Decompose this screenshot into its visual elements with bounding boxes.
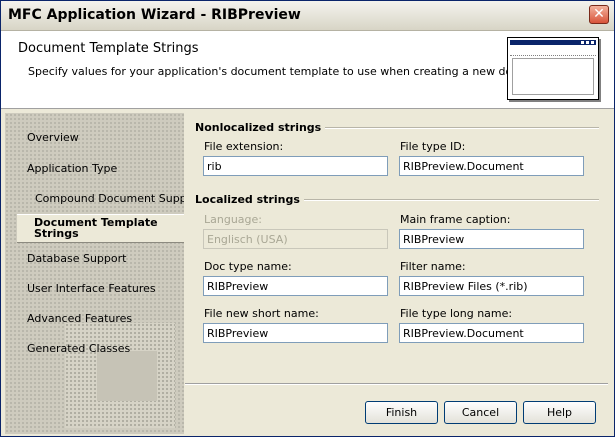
main-frame-caption-label: Main frame caption: [400,213,511,226]
watermark-cutout [97,351,157,401]
page-title: Document Template Strings [18,41,199,56]
group-divider [311,127,599,129]
wizard-window: MFC Application Wizard - RIBPreview ✕ Do… [0,0,615,437]
finish-button[interactable]: Finish [365,401,438,424]
doc-type-name-label: Doc type name: [204,260,292,273]
sidebar-item-label: Document Template Strings [34,216,158,240]
main-frame-caption-field[interactable] [399,229,584,249]
close-button[interactable]: ✕ [589,5,609,24]
cancel-button[interactable]: Cancel [444,401,517,424]
language-label: Language: [204,213,262,226]
file-new-short-name-field[interactable] [203,323,388,343]
window-preview-icon [507,37,599,100]
doc-type-name-field[interactable] [203,276,388,296]
sidebar-item-label: Generated Classes [27,342,131,355]
title-bar[interactable]: MFC Application Wizard - RIBPreview ✕ [1,1,614,31]
sidebar-item-database-support[interactable]: Database Support [27,252,126,265]
sidebar-item-label: Compound Document Support [35,192,184,205]
button-separator [185,383,608,385]
file-new-short-name-label: File new short name: [204,307,319,320]
file-extension-field[interactable] [203,156,388,176]
wizard-sidebar: Overview Application Type Compound Docum… [5,113,184,434]
sidebar-item-label: User Interface Features [27,282,156,295]
nonlocalized-heading: Nonlocalized strings [195,121,326,134]
close-icon: ✕ [593,6,605,22]
filter-name-label: Filter name: [400,260,466,273]
localized-heading: Localized strings [195,193,304,206]
sidebar-item-advanced-features[interactable]: Advanced Features [27,312,132,325]
file-type-long-name-label: File type long name: [400,307,513,320]
sidebar-item-document-template-strings[interactable]: Document Template Strings [17,214,184,243]
sidebar-item-user-interface-features[interactable]: User Interface Features [27,282,156,295]
sidebar-item-generated-classes[interactable]: Generated Classes [27,342,130,355]
sidebar-item-label: Overview [27,131,79,144]
filter-name-field[interactable] [399,276,584,296]
window-title: MFC Application Wizard - RIBPreview [8,7,301,23]
language-field [203,229,388,249]
sidebar-item-label: Advanced Features [27,312,133,325]
sidebar-item-label: Database Support [27,252,127,265]
file-type-id-label: File type ID: [400,140,466,153]
sidebar-item-application-type[interactable]: Application Type [27,162,117,175]
wizard-header: Document Template Strings Specify values… [1,31,614,109]
group-divider [293,199,599,201]
file-type-id-field[interactable] [399,156,584,176]
wizard-content: Nonlocalized strings File extension: Fil… [185,113,608,434]
sidebar-item-compound-document-support[interactable]: Compound Document Support [35,192,184,205]
help-button[interactable]: Help [523,401,596,424]
page-description: Specify values for your application's do… [28,65,558,78]
sidebar-item-label: Application Type [27,162,118,175]
file-extension-label: File extension: [204,140,284,153]
sidebar-item-overview[interactable]: Overview [27,131,79,144]
file-type-long-name-field[interactable] [399,323,584,343]
